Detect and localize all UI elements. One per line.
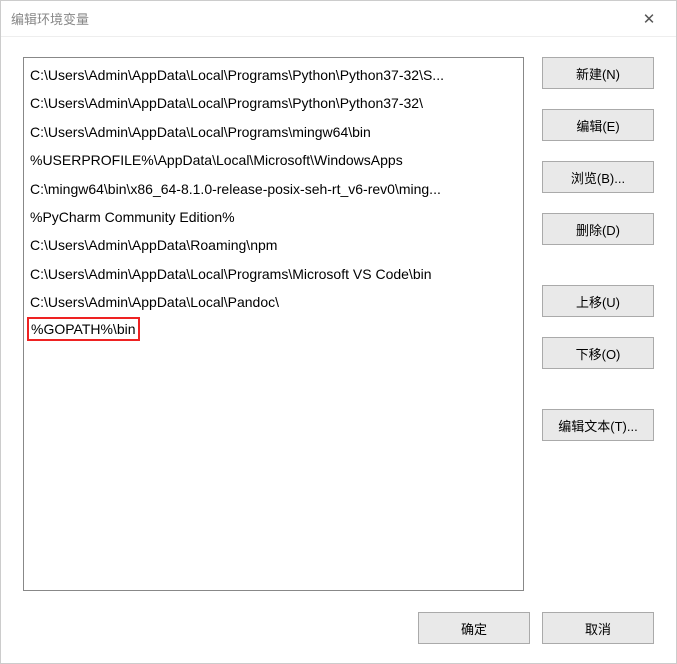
close-icon[interactable]: ✕ (634, 10, 664, 28)
edit-text-button[interactable]: 编辑文本(T)... (542, 409, 654, 441)
list-item[interactable]: C:\Users\Admin\AppData\Roaming\npm (24, 231, 523, 259)
content-area: C:\Users\Admin\AppData\Local\Programs\Py… (1, 37, 676, 603)
edit-button[interactable]: 编辑(E) (542, 109, 654, 141)
titlebar: 编辑环境变量 ✕ (1, 1, 676, 37)
side-button-group: 新建(N) 编辑(E) 浏览(B)... 删除(D) 上移(U) 下移(O) 编… (542, 57, 654, 591)
list-item[interactable]: C:\Users\Admin\AppData\Local\Programs\Py… (24, 89, 523, 117)
list-item[interactable]: C:\Users\Admin\AppData\Local\Programs\Py… (24, 61, 523, 89)
cancel-button[interactable]: 取消 (542, 612, 654, 644)
path-listbox[interactable]: C:\Users\Admin\AppData\Local\Programs\Py… (23, 57, 524, 591)
browse-button[interactable]: 浏览(B)... (542, 161, 654, 193)
list-item[interactable]: C:\Users\Admin\AppData\Local\Programs\mi… (24, 118, 523, 146)
list-item-highlighted[interactable]: %GOPATH%\bin (27, 317, 140, 341)
new-button[interactable]: 新建(N) (542, 57, 654, 89)
dialog-footer: 确定 取消 (1, 603, 676, 663)
window-title: 编辑环境变量 (11, 9, 89, 28)
ok-button[interactable]: 确定 (418, 612, 530, 644)
move-up-button[interactable]: 上移(U) (542, 285, 654, 317)
list-item[interactable]: C:\Users\Admin\AppData\Local\Programs\Mi… (24, 260, 523, 288)
list-item[interactable]: C:\mingw64\bin\x86_64-8.1.0-release-posi… (24, 175, 523, 203)
move-down-button[interactable]: 下移(O) (542, 337, 654, 369)
dialog-window: 编辑环境变量 ✕ C:\Users\Admin\AppData\Local\Pr… (0, 0, 677, 664)
list-item[interactable]: %PyCharm Community Edition% (24, 203, 523, 231)
list-item[interactable]: %USERPROFILE%\AppData\Local\Microsoft\Wi… (24, 146, 523, 174)
list-item[interactable]: C:\Users\Admin\AppData\Local\Pandoc\ (24, 288, 523, 316)
delete-button[interactable]: 删除(D) (542, 213, 654, 245)
